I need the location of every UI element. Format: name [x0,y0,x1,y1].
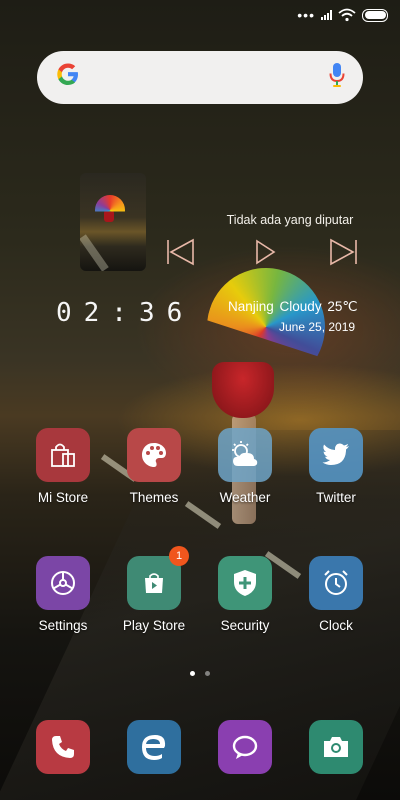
clock-time[interactable]: 02:36 [56,298,194,328]
weather-date: June 25, 2019 [279,320,356,334]
notification-dots: ••• [297,7,315,23]
signal-icon [321,10,332,20]
palette-icon [127,428,181,482]
app-mi-store[interactable]: Mi Store [18,428,108,505]
browser-app[interactable] [127,720,181,774]
google-search-bar[interactable] [37,51,363,104]
weather-condition: Cloudy [279,299,322,314]
battery-icon [362,8,388,22]
previous-track-icon[interactable] [163,238,197,266]
notification-badge: 1 [169,546,189,566]
alarm-clock-icon [309,556,363,610]
search-input[interactable] [93,51,329,104]
app-weather[interactable]: Weather [200,428,290,505]
phone-app[interactable] [36,720,90,774]
gear-icon [36,556,90,610]
message-icon [232,735,258,759]
wallpaper-figure-dress [212,362,274,418]
app-label: Twitter [316,490,356,505]
app-label: Security [220,618,270,633]
app-themes[interactable]: Themes [109,428,199,505]
app-twitter[interactable]: Twitter [291,428,381,505]
wifi-icon [338,8,356,22]
camera-icon [324,737,348,757]
weather-temperature: 25℃ [327,299,358,314]
page-dot-active[interactable] [190,671,195,676]
app-label: Clock [319,618,353,633]
messaging-app[interactable] [218,720,272,774]
google-logo-icon [55,61,81,94]
browser-icon [142,735,166,760]
music-track-title: Tidak ada yang diputar [226,213,354,227]
page-dot[interactable] [205,671,210,676]
status-bar: ••• [0,0,400,30]
page-indicator [0,671,400,676]
app-play-store[interactable]: 1 Play Store [109,546,199,633]
microphone-icon[interactable] [329,62,345,93]
app-settings[interactable]: Settings [18,556,108,633]
app-security[interactable]: Security [200,556,290,633]
shield-icon [218,556,272,610]
next-track-icon[interactable] [327,238,361,266]
weather-icon [218,428,272,482]
app-label: Themes [129,490,179,505]
weather-summary[interactable]: Nanjing Cloudy 25℃ [228,299,358,315]
play-store-icon: 1 [127,546,189,610]
photo-road-marking [80,234,109,271]
app-label: Weather [219,490,271,505]
app-label: Play Store [122,618,186,633]
camera-app[interactable] [309,720,363,774]
phone-icon [52,736,74,758]
photo-widget[interactable] [80,173,146,271]
app-label: Settings [38,618,88,633]
play-icon[interactable] [248,238,282,266]
twitter-icon [309,428,363,482]
weather-city: Nanjing [228,299,274,314]
photo-figure [104,210,114,222]
shopping-bag-icon [36,428,90,482]
app-clock[interactable]: Clock [291,556,381,633]
app-label: Mi Store [37,490,89,505]
music-controls [163,238,363,268]
